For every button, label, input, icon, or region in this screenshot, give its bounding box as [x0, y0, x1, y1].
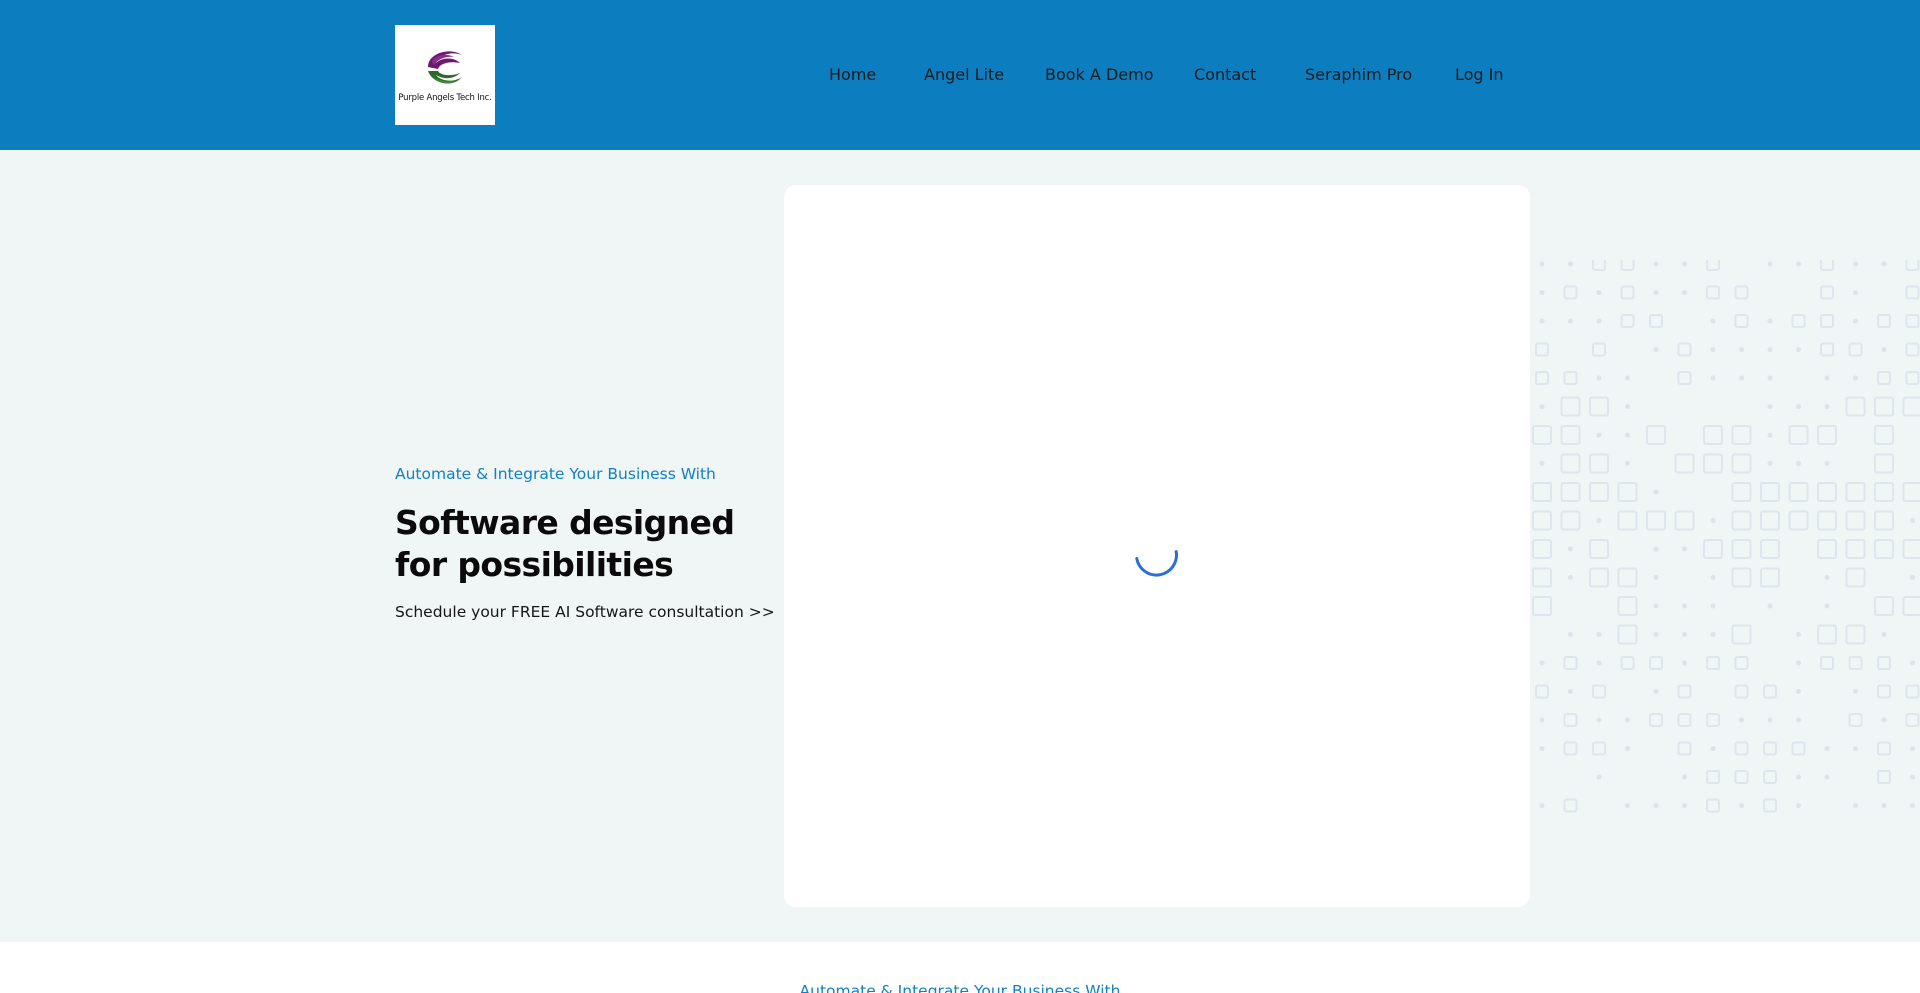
consultation-link[interactable]: Schedule your FREE AI Software consultat… — [395, 600, 775, 624]
nav-book-a-demo[interactable]: Book A Demo — [1045, 64, 1153, 86]
loading-spinner-icon — [1135, 550, 1178, 577]
nav-contact[interactable]: Contact — [1194, 64, 1256, 86]
nav-log-in[interactable]: Log In — [1455, 64, 1504, 86]
nav-seraphim-pro[interactable]: Seraphim Pro — [1305, 64, 1412, 86]
hero-eyebrow: Automate & Integrate Your Business With — [395, 465, 716, 483]
media-card — [784, 185, 1530, 907]
hero-text: Automate & Integrate Your Business With … — [395, 462, 775, 624]
headline-line-1: Software designed — [395, 503, 735, 542]
site-header: Purple Angels Tech Inc. Home Angel Lite … — [0, 0, 1920, 150]
logo-text: Purple Angels Tech Inc. — [398, 93, 492, 103]
headline-line-2: for possibilities — [395, 545, 674, 584]
nav-angel-lite[interactable]: Angel Lite — [924, 64, 1004, 86]
next-section: Automate & Integrate Your Business With — [0, 942, 1920, 993]
decorative-square-pattern — [1532, 260, 1920, 813]
section-eyebrow: Automate & Integrate Your Business With — [799, 982, 1121, 993]
hero-headline: Software designed for possibilities — [395, 502, 775, 586]
nav-home[interactable]: Home — [829, 64, 876, 86]
main-nav: Home Angel Lite Book A Demo Contact Sera… — [0, 64, 1920, 86]
